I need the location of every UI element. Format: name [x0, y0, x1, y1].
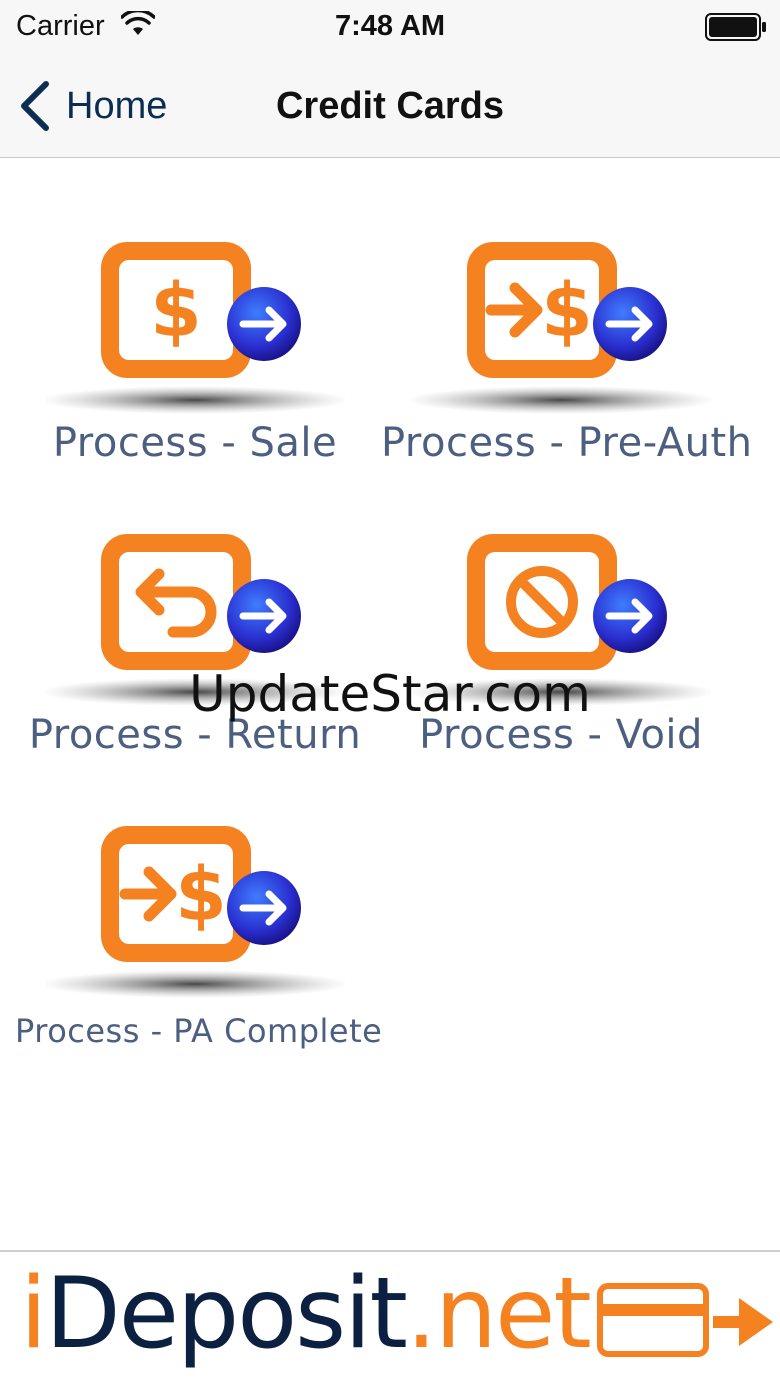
- tile-process-sale[interactable]: $ Process - Sale: [15, 232, 375, 502]
- chevron-left-icon: [21, 81, 49, 131]
- return-arrow-icon: [45, 534, 345, 706]
- brand-logo-net: .net: [405, 1257, 592, 1371]
- brand-logo-i: i: [20, 1257, 47, 1371]
- battery-icon: [705, 13, 766, 41]
- brand-logo: iDeposit.net: [20, 1257, 592, 1371]
- back-button[interactable]: Home: [14, 76, 167, 136]
- card-arrow-icon: [597, 1283, 773, 1357]
- prohibited-icon: [411, 534, 711, 706]
- dollar-sign-icon: $: [45, 242, 345, 414]
- status-time: 7:48 AM: [334, 10, 446, 42]
- back-button-label: Home: [66, 84, 168, 127]
- arrow-dollar-icon: $: [411, 242, 711, 414]
- svg-text:$: $: [175, 852, 227, 938]
- svg-text:$: $: [150, 268, 202, 354]
- footer-banner[interactable]: iDeposit.net: [0, 1250, 780, 1387]
- tile-process-return[interactable]: Process - Return: [15, 524, 375, 794]
- tile-label: Process - Void: [419, 712, 703, 758]
- tile-label: Process - Pre-Auth: [381, 420, 753, 466]
- navigation-bar: Credit Cards Home: [0, 54, 780, 158]
- tile-label: Process - Return: [28, 712, 362, 758]
- tile-process-pre-auth[interactable]: $ Process - Pre-Auth: [381, 232, 753, 502]
- svg-text:$: $: [541, 268, 593, 354]
- status-bar: Carrier 7:48 AM: [0, 0, 780, 54]
- brand-logo-deposit: Deposit: [45, 1257, 408, 1371]
- arrow-dollar-icon: $: [45, 826, 345, 998]
- tile-process-void[interactable]: Process - Void: [381, 524, 741, 794]
- tile-process-pa-complete[interactable]: $ Process - PA Complete: [15, 816, 383, 1086]
- tile-label: Process - PA Complete: [15, 1012, 383, 1050]
- tile-label: Process - Sale: [52, 420, 338, 466]
